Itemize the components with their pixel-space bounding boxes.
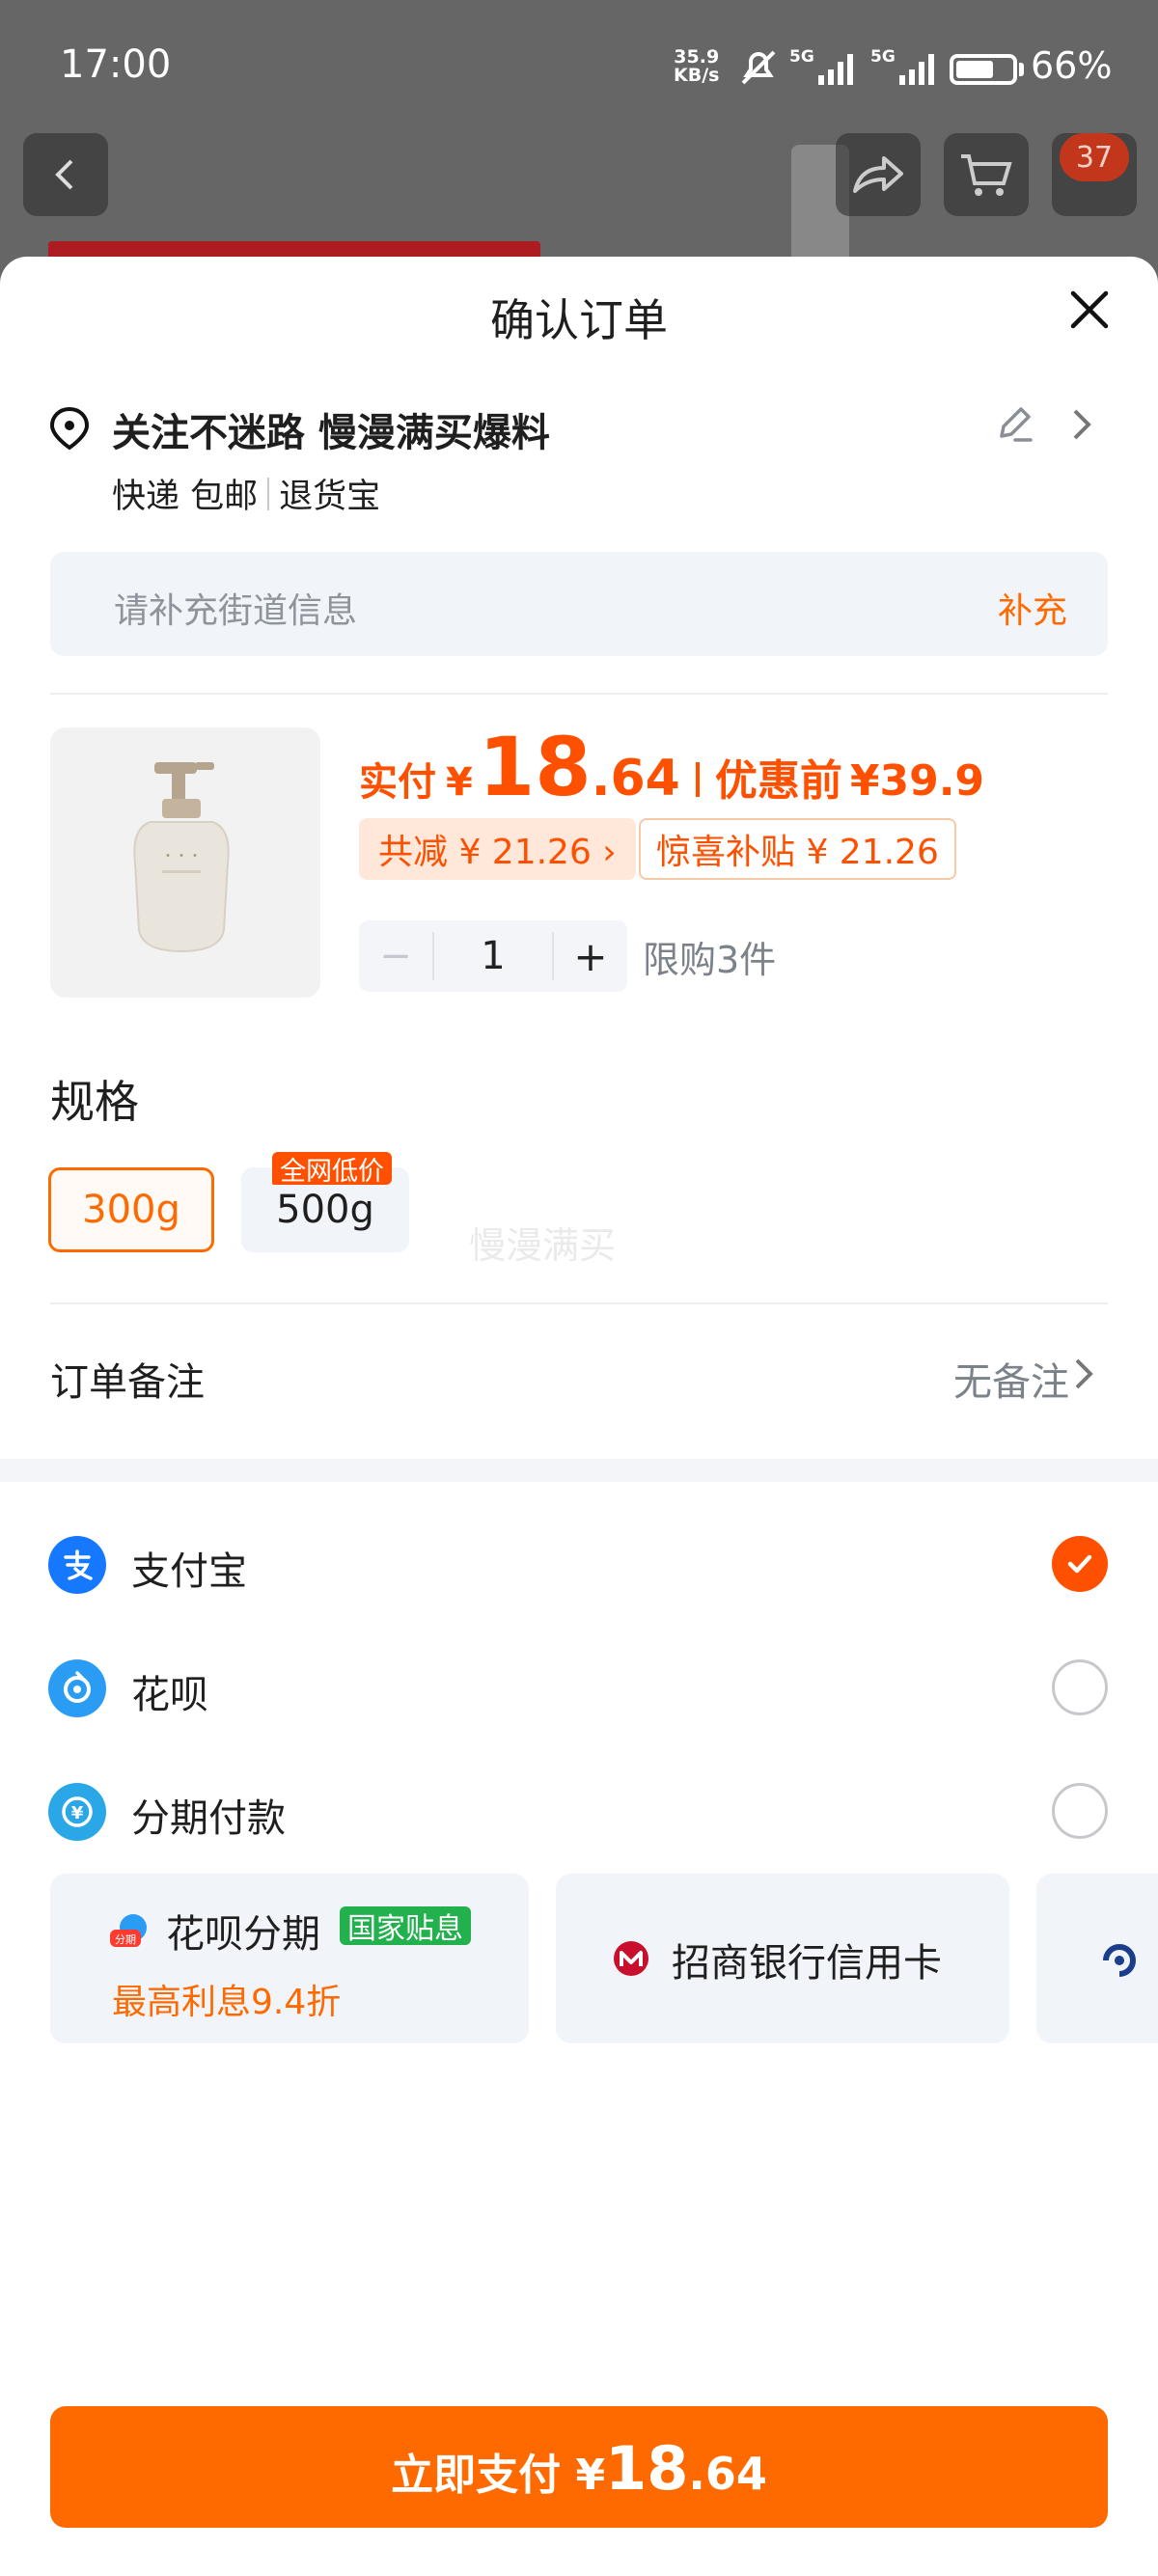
signal-5g-icon-2: 5G [870, 47, 934, 85]
svg-text:分期: 分期 [115, 1933, 136, 1946]
cmb-bank-icon [614, 1941, 648, 1976]
back-button[interactable] [23, 133, 108, 216]
pay-now-button[interactable]: 立即支付 ¥ 18 .64 [50, 2406, 1108, 2528]
signal-5g-icon: 5G [789, 47, 853, 85]
purchase-limit: 限购3件 [643, 939, 777, 981]
huabei-icon [48, 1659, 106, 1717]
quantity-stepper: − 1 + [359, 920, 627, 992]
price-decimal: .64 [591, 750, 680, 808]
svg-text:¥: ¥ [71, 1803, 84, 1823]
chevron-right-icon[interactable] [1069, 1357, 1098, 1391]
street-info-field[interactable]: 请补充街道信息 补充 [50, 552, 1108, 656]
lowest-price-badge: 全网低价 [272, 1152, 392, 1187]
confirm-order-sheet: 确认订单 关注不迷路 慢漫满买爆料 快递 包邮 退货宝 请补充街道信息 补充 ・… [0, 257, 1158, 2576]
divider [50, 1302, 1108, 1304]
net-speed: 35.9 KB/s [674, 46, 720, 86]
payment-method-huabei[interactable]: 花呗 [131, 1663, 208, 1719]
svg-text:5G: 5G [789, 47, 814, 67]
delivery-info: 快递 包邮 退货宝 [112, 469, 380, 518]
share-icon [853, 156, 903, 193]
spec-option-300g[interactable]: 300g [48, 1167, 214, 1252]
cmb-credit-card[interactable]: 招商银行信用卡 [556, 1874, 1009, 2043]
battery-icon [950, 54, 1017, 85]
street-placeholder: 请补充街道信息 [114, 591, 358, 631]
payment-method-alipay[interactable]: 支付宝 [131, 1540, 247, 1596]
quantity-value[interactable]: 1 [432, 932, 554, 980]
pay-button-label: 立即支付 ¥ [391, 2451, 606, 2500]
currency-symbol: ¥ [446, 760, 473, 805]
original-price: ¥39.9 [849, 756, 985, 806]
cart-icon [961, 154, 1012, 196]
huabei-installment-icon: 分期 [110, 1914, 147, 1947]
svg-text:5G: 5G [870, 47, 896, 67]
pay-button-price-dec: .64 [688, 2448, 767, 2500]
radio-installment[interactable] [1052, 1783, 1108, 1839]
delivery-method: 快递 包邮 [112, 478, 259, 516]
discount-tag[interactable]: 共减 ¥ 21.26 › [359, 818, 636, 880]
huabei-installment-card[interactable]: 分期 花呗分期 国家贴息 最高利息9.4折 [50, 1874, 529, 2043]
subsidy-badge: 国家贴息 [340, 1906, 471, 1946]
more-card[interactable] [1036, 1874, 1158, 2043]
price-integer: 18 [478, 720, 592, 814]
share-button[interactable] [836, 133, 921, 216]
location-pin-icon [49, 406, 90, 451]
radio-alipay[interactable] [1052, 1536, 1108, 1592]
payment-method-installment[interactable]: 分期付款 [131, 1787, 286, 1843]
mute-icon [741, 50, 776, 85]
card-title: 招商银行信用卡 [672, 1941, 942, 1986]
chevron-left-icon [55, 159, 73, 190]
spec-title: 规格 [50, 1076, 139, 1128]
pay-button-price-int: 18 [605, 2433, 689, 2504]
lotion-bottle-icon: ・・・ [133, 762, 230, 953]
cart-count-badge: 37 [1060, 133, 1129, 181]
card-subtitle: 最高利息9.4折 [112, 1983, 342, 2022]
radio-huabei[interactable] [1052, 1659, 1108, 1715]
card-title: 花呗分期 [166, 1912, 320, 1957]
watermark: 慢漫满买 [469, 1224, 617, 1267]
subsidy-tag: 惊喜补贴 ¥ 21.26 [639, 818, 956, 880]
decrease-button[interactable]: − [359, 920, 432, 992]
alipay-icon [48, 1536, 106, 1594]
divider [50, 693, 1108, 695]
section-separator [0, 1459, 1158, 1482]
sheet-title: 确认订单 [490, 294, 668, 346]
street-supplement-button[interactable]: 补充 [998, 583, 1067, 633]
close-icon[interactable] [1065, 286, 1114, 334]
product-image: ・・・ [50, 727, 320, 998]
installment-icon: ¥ [48, 1783, 106, 1841]
status-time: 17:00 [60, 42, 172, 87]
status-bar: 17:00 35.9 KB/s 5G 5G 66% [0, 0, 1158, 135]
increase-button[interactable]: + [554, 920, 627, 992]
edit-icon[interactable] [992, 403, 1034, 446]
price-summary: 实付 ¥ 18 .64 优惠前 ¥39.9 [359, 720, 984, 814]
return-service: 退货宝 [279, 478, 381, 516]
battery-percent: 66% [1031, 44, 1113, 87]
chevron-right-icon[interactable] [1067, 407, 1096, 442]
pay-label: 实付 [359, 760, 436, 805]
check-icon [1067, 1554, 1092, 1574]
order-note-label[interactable]: 订单备注 [50, 1351, 205, 1407]
svg-text:・・・: ・・・ [161, 849, 202, 864]
address-title[interactable]: 关注不迷路 慢漫满买爆料 [112, 401, 550, 457]
bank-icon [1103, 1944, 1136, 1977]
original-price-label: 优惠前 [714, 756, 842, 806]
cart-button[interactable] [944, 133, 1029, 216]
order-note-value[interactable]: 无备注 [953, 1351, 1069, 1407]
